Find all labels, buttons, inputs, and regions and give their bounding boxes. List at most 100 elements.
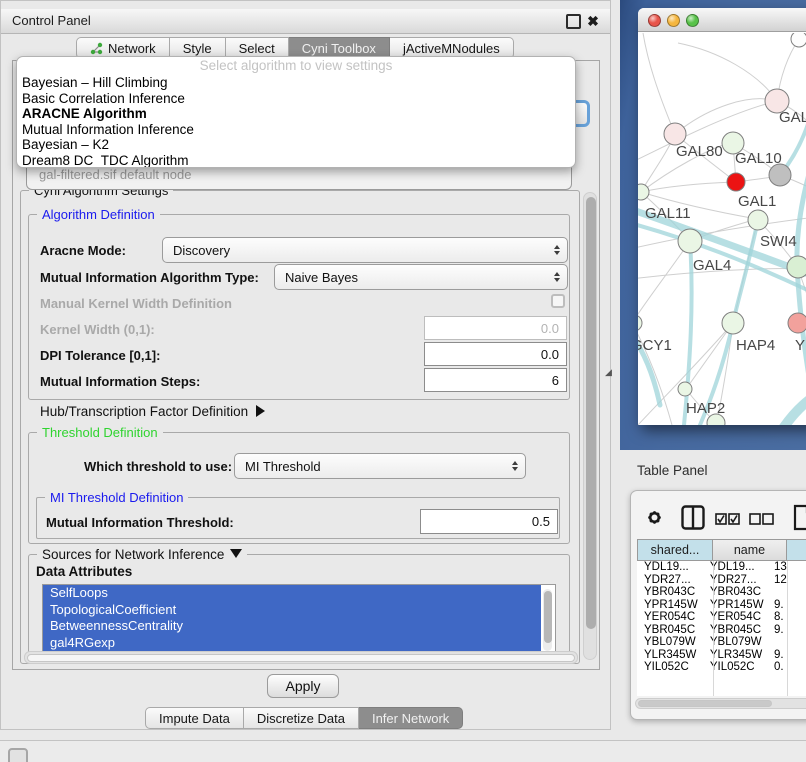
network-canvas[interactable]: GAL7GAL80GAL10GAL1GAL11SWI4GAL4GCY1HAP4Y… [638, 33, 806, 425]
column-header-name[interactable]: name [713, 539, 787, 561]
document-icon[interactable] [793, 504, 806, 531]
algorithm-option-bayesian-k2[interactable]: Bayesian – K2 [17, 137, 575, 153]
column-header-a[interactable]: A [787, 539, 806, 561]
algorithm-option-dream8-dc-tdc-algorithm[interactable]: Dream8 DC_TDC Algorithm [17, 153, 575, 168]
tab-discretize-data[interactable]: Discretize Data [244, 707, 359, 729]
table-row[interactable]: YDL19...YDL19...13 [637, 561, 806, 574]
mi-threshold-field[interactable]: 0.5 [420, 509, 558, 534]
deselect-checks-icon[interactable] [749, 513, 774, 525]
aracne-mode-label: Aracne Mode: [40, 243, 126, 258]
attributes-scrollbar-thumb[interactable] [544, 591, 552, 643]
mi-type-label: Mutual Information Algorithm Type: [40, 270, 259, 285]
zoom-window-button[interactable] [686, 14, 699, 27]
settings-scrollbar-thumb[interactable] [586, 197, 596, 629]
close-window-button[interactable] [648, 14, 661, 27]
table-hscrollbar-thumb[interactable] [638, 700, 772, 707]
apply-button[interactable]: Apply [267, 674, 339, 698]
attributes-scrollbar[interactable] [543, 589, 552, 651]
cell-shared-name: YBR045C [637, 624, 703, 637]
node-gal1[interactable] [727, 173, 745, 191]
attribute-topologicalcoefficient[interactable]: TopologicalCoefficient [43, 602, 541, 619]
data-attributes-list[interactable]: SelfLoopsTopologicalCoefficientBetweenne… [42, 584, 556, 658]
app-screen: Control Panel ✖ NetworkStyleSelectCyni T… [0, 0, 806, 762]
table-row[interactable]: YLR345WYLR345W9. [637, 649, 806, 662]
column-header-shared[interactable]: shared... [637, 539, 713, 561]
node-gal11[interactable] [638, 184, 649, 200]
tab-label: Style [183, 41, 212, 56]
attribute-gal4rgexp[interactable]: gal4RGexp [43, 635, 541, 652]
hub-definition-expander[interactable]: Hub/Transcription Factor Definition [40, 404, 265, 419]
manual-kernel-checkbox[interactable] [551, 294, 565, 308]
algorithm-option-mutual-information-inference[interactable]: Mutual Information Inference [17, 122, 575, 138]
which-threshold-select[interactable]: MI Threshold [234, 453, 526, 479]
split-columns-icon[interactable] [681, 505, 705, 530]
settings-hscrollbar[interactable] [24, 651, 578, 664]
kernel-width-label: Kernel Width (0,1): [40, 322, 155, 337]
node-gal4[interactable] [678, 229, 702, 253]
table-row[interactable]: YPR145WYPR145W9. [637, 599, 806, 612]
aracne-mode-value: Discovery [173, 243, 230, 258]
algorithm-option-aracne-algorithm[interactable]: ARACNE Algorithm [17, 106, 575, 122]
node-unlabeled[interactable] [791, 33, 806, 47]
tab-label: Impute Data [159, 711, 230, 726]
node-gal80[interactable] [664, 123, 686, 145]
control-panel-title: Control Panel [12, 9, 91, 33]
tab-label: jActiveMNodules [403, 41, 500, 56]
stepper-icon [554, 245, 560, 255]
node-unlabeled[interactable] [769, 164, 791, 186]
kernel-width-field[interactable]: 0.0 [424, 316, 567, 340]
stepper-icon [554, 272, 560, 282]
algorithm-option-basic-correlation-inference[interactable]: Basic Correlation Inference [17, 91, 575, 107]
node-y[interactable] [788, 313, 806, 333]
table-row[interactable]: YBR045CYBR045C9. [637, 624, 806, 637]
gear-icon[interactable] [645, 508, 664, 527]
sources-group-title[interactable]: Sources for Network Inference [37, 547, 247, 562]
network-icon [90, 42, 103, 55]
tab-impute-data[interactable]: Impute Data [145, 707, 244, 729]
tab-label: Cyni Toolbox [302, 41, 376, 56]
algorithm-option-bayesian-hill-climbing[interactable]: Bayesian – Hill Climbing [17, 75, 575, 91]
mi-threshold-label: Mutual Information Threshold: [46, 515, 234, 530]
table-row[interactable]: YDR27...YDR27...12 [637, 574, 806, 587]
table-hscrollbar[interactable] [635, 698, 806, 709]
stepper-icon [512, 461, 518, 471]
mi-type-value: Naive Bayes [285, 270, 358, 285]
settings-scrollbar[interactable] [583, 192, 597, 660]
settings-hscrollbar-thumb[interactable] [27, 654, 575, 662]
table-row[interactable]: YBR043CYBR043C [637, 586, 806, 599]
table-row[interactable]: YER054CYER054C8. [637, 611, 806, 624]
table-row[interactable]: YBL079WYBL079W [637, 636, 806, 649]
attribute-selfloops[interactable]: SelfLoops [43, 585, 541, 602]
node-label-gal10: GAL10 [735, 150, 782, 167]
tab-label: Infer Network [372, 711, 449, 726]
aracne-mode-select[interactable]: Discovery [162, 237, 568, 263]
node-unlabeled[interactable] [787, 256, 806, 278]
node-hap2[interactable] [678, 382, 692, 396]
node-label-gal11: GAL11 [645, 205, 691, 222]
dpi-tolerance-field[interactable]: 0.0 [424, 342, 567, 366]
hub-definition-label: Hub/Transcription Factor Definition [40, 404, 248, 419]
network-window-titlebar[interactable] [638, 8, 806, 32]
table-window: shared...nameA YDL19...YDL19...13YDR27..… [630, 490, 806, 720]
select-all-checks-icon[interactable] [715, 513, 740, 525]
float-window-icon[interactable] [566, 14, 581, 29]
cell-shared-name: YIL052C [637, 661, 703, 673]
minimize-window-button[interactable] [667, 14, 680, 27]
algorithm-placeholder: Select algorithm to view settings [17, 57, 575, 75]
table-panel-title: Table Panel [637, 463, 708, 478]
data-attributes-label: Data Attributes [36, 564, 132, 579]
sources-title-text: Sources for Network Inference [42, 547, 224, 562]
cell-shared-name: YDL19... [637, 561, 703, 574]
close-panel-icon[interactable]: ✖ [585, 9, 601, 33]
threshold-definition-title: Threshold Definition [37, 425, 163, 440]
node-label-gal7: GAL7 [779, 109, 806, 126]
node-gcy1[interactable] [638, 315, 642, 331]
corner-grip-icon[interactable] [8, 748, 28, 762]
mi-steps-field[interactable]: 6 [424, 368, 567, 392]
mi-type-select[interactable]: Naive Bayes [274, 264, 568, 290]
node-swi4[interactable] [748, 210, 768, 230]
node-hap4[interactable] [722, 312, 744, 334]
attribute-betweennesscentrality[interactable]: BetweennessCentrality [43, 618, 541, 635]
tab-infer-network[interactable]: Infer Network [359, 707, 463, 729]
table-row[interactable]: YIL052CYIL052C0. [637, 661, 806, 673]
